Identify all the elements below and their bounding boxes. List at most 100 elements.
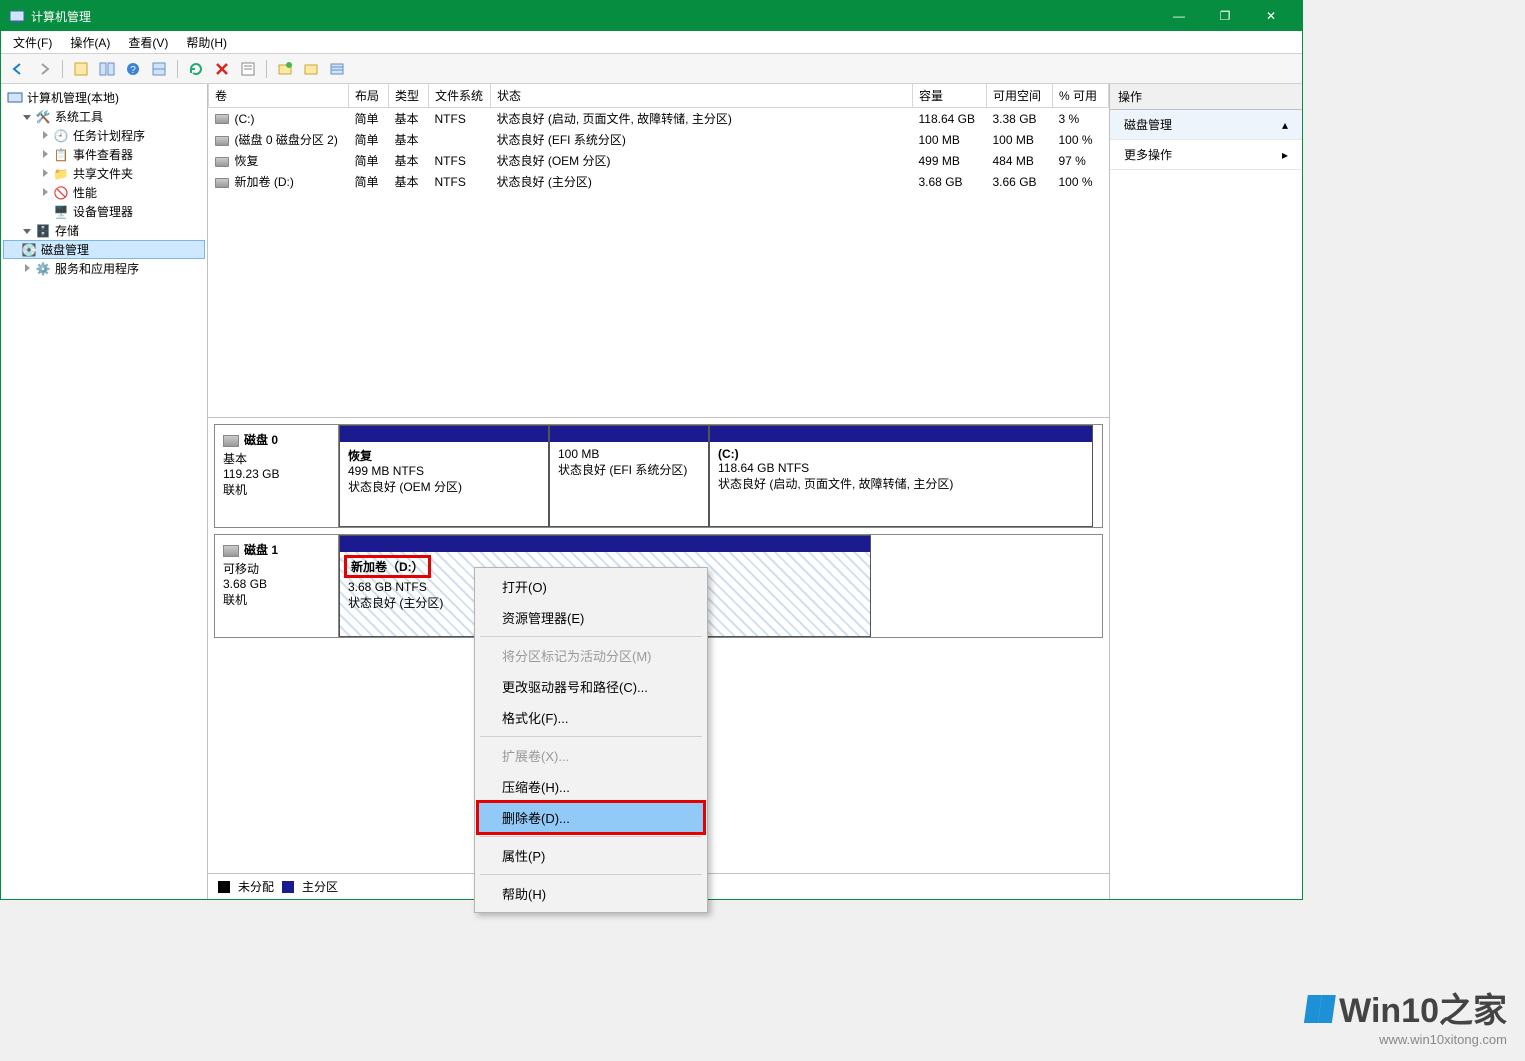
context-menu-item[interactable]: 打开(O) xyxy=(478,571,704,602)
table-cell: 118.64 GB xyxy=(913,108,987,130)
context-menu-item: 扩展卷(X)... xyxy=(478,740,704,771)
context-menu-item[interactable]: 压缩卷(H)... xyxy=(478,771,704,802)
volume-list[interactable]: 卷布局类型文件系统状态容量可用空间% 可用 (C:)简单基本NTFS状态良好 (… xyxy=(208,84,1109,418)
column-header[interactable]: 文件系统 xyxy=(429,84,491,108)
properties-icon[interactable] xyxy=(237,58,259,80)
table-cell: (C:) xyxy=(209,108,349,130)
partition[interactable]: 恢复499 MB NTFS状态良好 (OEM 分区) xyxy=(339,425,549,527)
column-header[interactable]: 卷 xyxy=(209,84,349,108)
watermark-url: www.win10xitong.com xyxy=(1305,1032,1507,1047)
table-cell: 状态良好 (启动, 页面文件, 故障转储, 主分区) xyxy=(491,108,913,130)
tree-label: 性能 xyxy=(73,184,97,201)
delete-icon[interactable] xyxy=(211,58,233,80)
view-settings-icon[interactable] xyxy=(148,58,170,80)
windows-logo-icon xyxy=(1303,994,1335,1022)
partition-header-bar xyxy=(550,426,708,442)
menu-separator xyxy=(480,874,702,875)
volume-table: 卷布局类型文件系统状态容量可用空间% 可用 (C:)简单基本NTFS状态良好 (… xyxy=(208,84,1109,192)
actions-disk-management[interactable]: 磁盘管理 ▴ xyxy=(1110,110,1302,140)
table-cell: 484 MB xyxy=(987,150,1053,171)
tree-device-manager[interactable]: 🖥️ 设备管理器 xyxy=(3,202,205,221)
column-header[interactable]: 类型 xyxy=(389,84,429,108)
actions-pane: 操作 磁盘管理 ▴ 更多操作 ▸ xyxy=(1110,84,1302,899)
explorer-icon[interactable] xyxy=(300,58,322,80)
layout-icon[interactable] xyxy=(96,58,118,80)
partition-header-bar xyxy=(340,426,548,442)
context-menu-item[interactable]: 删除卷(D)... xyxy=(478,802,704,833)
table-row[interactable]: (磁盘 0 磁盘分区 2)简单基本状态良好 (EFI 系统分区)100 MB10… xyxy=(209,129,1109,150)
context-menu-item[interactable]: 资源管理器(E) xyxy=(478,602,704,633)
table-cell: 基本 xyxy=(389,150,429,171)
tree-shared-folders[interactable]: 📁 共享文件夹 xyxy=(3,164,205,183)
table-cell: 简单 xyxy=(349,171,389,192)
table-cell: NTFS xyxy=(429,108,491,130)
tree-task-scheduler[interactable]: 🕘 任务计划程序 xyxy=(3,126,205,145)
menu-action[interactable]: 操作(A) xyxy=(62,32,118,53)
column-header[interactable]: 状态 xyxy=(491,84,913,108)
expand-icon[interactable] xyxy=(21,264,33,274)
tree-pane[interactable]: 计算机管理(本地) 🛠️ 系统工具 🕘 任务计划程序 📋 事件查看器 📁 共享文 xyxy=(1,84,208,899)
table-cell: 新加卷 (D:) xyxy=(209,171,349,192)
context-menu-item[interactable]: 属性(P) xyxy=(478,840,704,871)
expand-icon[interactable] xyxy=(39,131,51,141)
menu-file[interactable]: 文件(F) xyxy=(5,32,60,53)
partition[interactable]: 100 MB状态良好 (EFI 系统分区) xyxy=(549,425,709,527)
maximize-button[interactable]: ❐ xyxy=(1202,1,1248,31)
context-menu-item[interactable]: 更改驱动器号和路径(C)... xyxy=(478,671,704,702)
expand-icon[interactable] xyxy=(21,226,33,236)
tree-storage[interactable]: 🗄️ 存储 xyxy=(3,221,205,240)
context-menu-item[interactable]: 格式化(F)... xyxy=(478,702,704,733)
expand-icon[interactable] xyxy=(21,112,33,122)
minimize-button[interactable]: — xyxy=(1156,1,1202,31)
table-cell: 100 MB xyxy=(913,129,987,150)
back-button[interactable] xyxy=(7,58,29,80)
column-header[interactable]: 可用空间 xyxy=(987,84,1053,108)
forward-button[interactable] xyxy=(33,58,55,80)
disk-header[interactable]: 磁盘 0基本119.23 GB联机 xyxy=(215,425,339,527)
menubar: 文件(F) 操作(A) 查看(V) 帮助(H) xyxy=(1,31,1302,54)
actions-more[interactable]: 更多操作 ▸ xyxy=(1110,140,1302,170)
refresh-icon[interactable] xyxy=(185,58,207,80)
legend-unallocated: 未分配 xyxy=(238,878,274,895)
tree-label: 设备管理器 xyxy=(73,203,133,220)
expand-icon[interactable] xyxy=(39,188,51,198)
tree-services[interactable]: ⚙️ 服务和应用程序 xyxy=(3,259,205,278)
tree-label: 计算机管理(本地) xyxy=(27,89,119,106)
show-hide-tree-icon[interactable] xyxy=(70,58,92,80)
tree-disk-management[interactable]: 💽 磁盘管理 xyxy=(3,240,205,259)
table-cell: NTFS xyxy=(429,171,491,192)
menu-view[interactable]: 查看(V) xyxy=(120,32,176,53)
tree-root[interactable]: 计算机管理(本地) xyxy=(3,88,205,107)
tree-event-viewer[interactable]: 📋 事件查看器 xyxy=(3,145,205,164)
disk-icon xyxy=(223,435,239,447)
disk-header[interactable]: 磁盘 1可移动3.68 GB联机 xyxy=(215,535,339,637)
computer-icon xyxy=(7,90,23,106)
partition-header-bar xyxy=(340,536,870,552)
column-header[interactable]: 容量 xyxy=(913,84,987,108)
partition[interactable]: (C:)118.64 GB NTFS状态良好 (启动, 页面文件, 故障转储, … xyxy=(709,425,1093,527)
menu-help[interactable]: 帮助(H) xyxy=(178,32,235,53)
table-cell: 状态良好 (OEM 分区) xyxy=(491,150,913,171)
tools-icon: 🛠️ xyxy=(35,109,51,125)
tree-performance[interactable]: 🚫 性能 xyxy=(3,183,205,202)
context-menu-item: 将分区标记为活动分区(M) xyxy=(478,640,704,671)
column-header[interactable]: % 可用 xyxy=(1053,84,1109,108)
tree-system-tools[interactable]: 🛠️ 系统工具 xyxy=(3,107,205,126)
table-cell: 基本 xyxy=(389,108,429,130)
expand-icon[interactable] xyxy=(39,169,51,179)
column-header[interactable]: 布局 xyxy=(349,84,389,108)
new-folder-icon[interactable] xyxy=(274,58,296,80)
list-view-icon[interactable] xyxy=(326,58,348,80)
context-menu-item[interactable]: 帮助(H) xyxy=(478,878,704,909)
help-icon[interactable]: ? xyxy=(122,58,144,80)
table-cell: 100 MB xyxy=(987,129,1053,150)
table-row[interactable]: (C:)简单基本NTFS状态良好 (启动, 页面文件, 故障转储, 主分区)11… xyxy=(209,108,1109,130)
table-row[interactable]: 恢复简单基本NTFS状态良好 (OEM 分区)499 MB484 MB97 % xyxy=(209,150,1109,171)
close-button[interactable]: ✕ xyxy=(1248,1,1294,31)
actions-item-label: 磁盘管理 xyxy=(1124,116,1172,133)
partition-header-bar xyxy=(710,426,1092,442)
clock-icon: 🕘 xyxy=(53,128,69,144)
table-row[interactable]: 新加卷 (D:)简单基本NTFS状态良好 (主分区)3.68 GB3.66 GB… xyxy=(209,171,1109,192)
context-menu[interactable]: 打开(O)资源管理器(E) 将分区标记为活动分区(M)更改驱动器号和路径(C)..… xyxy=(474,567,708,913)
expand-icon[interactable] xyxy=(39,150,51,160)
